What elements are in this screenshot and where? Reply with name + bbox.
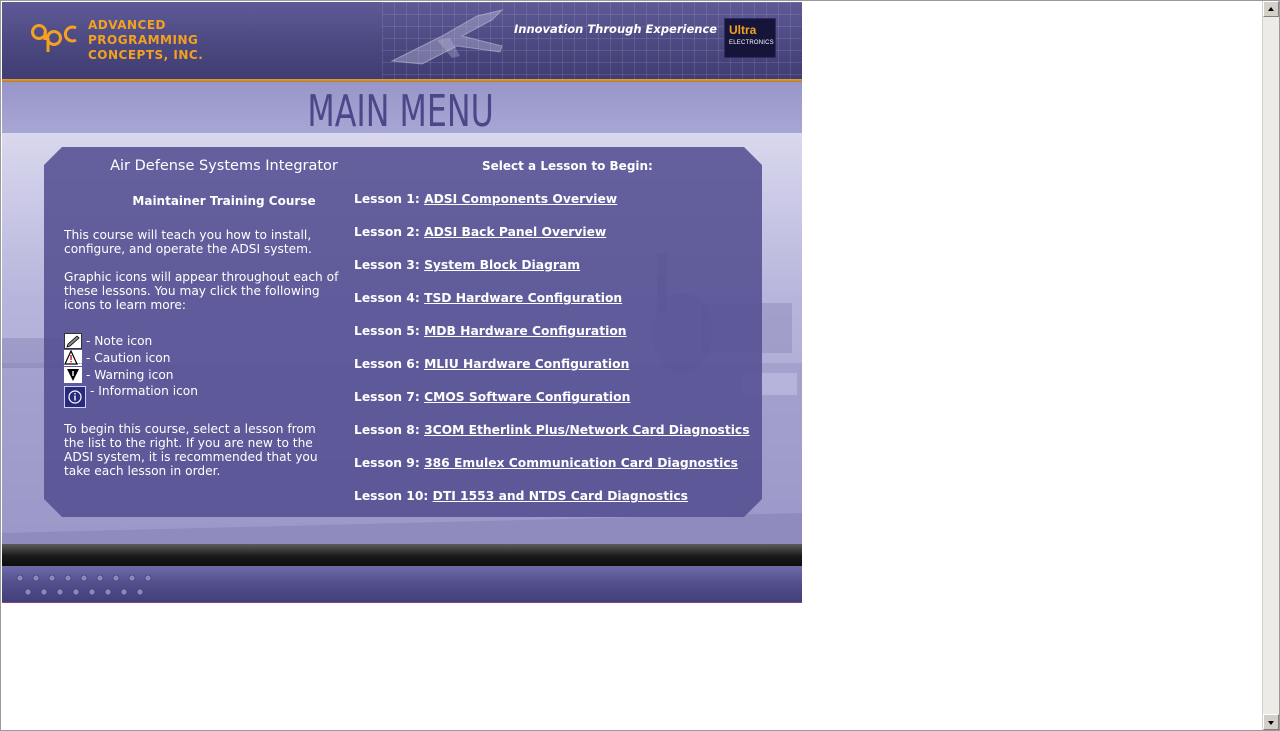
lesson-number: Lesson 2: [354,225,420,239]
information-icon-row[interactable]: - Information icon [64,384,198,408]
information-icon-label: - Information icon [90,384,198,398]
lesson-item: Lesson 5: MDB Hardware Configuration [354,324,627,338]
note-icon-row[interactable]: - Note icon [64,332,152,350]
arrow-up-icon [1268,7,1274,11]
lesson-item: Lesson 7: CMOS Software Configuration [354,390,630,404]
icons-line: these lessons. You may click the followi… [64,284,320,298]
caution-icon[interactable]: ... [64,349,83,366]
begin-line: take each lesson in order. [64,464,221,478]
lesson-item: Lesson 10: DTI 1553 and NTDS Card Diagno… [354,489,688,503]
caution-icon-label: - Caution icon [86,351,171,365]
title-band: MAIN MENU [2,82,802,137]
scroll-up-button[interactable] [1263,1,1279,17]
lesson-item: Lesson 1: ADSI Components Overview [354,192,617,206]
begin-line: the list to the right. If you are new to… [64,436,313,450]
intro-line: configure, and operate the ADSI system. [64,242,312,256]
lesson-item: Lesson 4: TSD Hardware Configuration [354,291,622,305]
company-name-line-1: ADVANCED [88,18,167,32]
lesson-link[interactable]: MLIU Hardware Configuration [424,357,629,371]
lesson-number: Lesson 9: [354,456,420,470]
ultra-electronics-logo: Ultra ELECTRONICS [724,18,776,58]
icons-text: Graphic icons will appear throughout eac… [64,270,356,312]
note-icon[interactable] [64,333,82,349]
caution-icon-row[interactable]: ... - Caution icon [64,349,170,367]
lesson-number: Lesson 7: [354,390,420,404]
intro-text: This course will teach you how to instal… [64,228,356,256]
lesson-number: Lesson 4: [354,291,420,305]
course-main-menu: ADVANCED PROGRAMMING CONCEPTS, INC. Inno… [2,2,802,603]
header-banner: ADVANCED PROGRAMMING CONCEPTS, INC. Inno… [2,2,802,79]
course-subtitle: Maintainer Training Course [132,194,316,208]
lesson-link[interactable]: DTI 1553 and NTDS Card Diagnostics [433,489,688,503]
lesson-item: Lesson 6: MLIU Hardware Configuration [354,357,629,371]
ultra-sub-text: ELECTRONICS [729,40,774,46]
fighter-jet-image [390,9,504,65]
lesson-link[interactable]: MDB Hardware Configuration [424,324,626,338]
begin-text: To begin this course, select a lesson fr… [64,422,356,478]
lesson-item: Lesson 8: 3COM Etherlink Plus/Network Ca… [354,423,750,437]
svg-text:...: ... [77,359,82,366]
icons-line: icons to learn more: [64,298,187,312]
lesson-link[interactable]: ADSI Components Overview [424,192,617,206]
lesson-link[interactable]: TSD Hardware Configuration [424,291,622,305]
scroll-down-button[interactable] [1263,714,1279,730]
lesson-item: Lesson 2: ADSI Back Panel Overview [354,225,606,239]
lessons-heading: Select a Lesson to Begin: [482,159,653,173]
lesson-number: Lesson 1: [354,192,420,206]
lesson-number: Lesson 8: [354,423,420,437]
lesson-number: Lesson 10: [354,489,429,503]
begin-line: To begin this course, select a lesson fr… [64,422,316,436]
intro-line: This course will teach you how to instal… [64,228,312,242]
company-name-line-2: PROGRAMMING [88,33,199,47]
tagline: Innovation Through Experience [514,22,718,36]
lesson-link[interactable]: ADSI Back Panel Overview [424,225,606,239]
lesson-number: Lesson 5: [354,324,420,338]
lesson-link[interactable]: 386 Emulex Communication Card Diagnostic… [424,456,738,470]
lesson-link[interactable]: 3COM Etherlink Plus/Network Card Diagnos… [424,423,749,437]
begin-line: ADSI system, it is recommended that you [64,450,318,464]
company-name: ADVANCED PROGRAMMING CONCEPTS, INC. [88,18,203,63]
lesson-link[interactable]: System Block Diagram [424,258,580,272]
apc-logo-icon [31,24,77,52]
lesson-number: Lesson 3: [354,258,420,272]
icons-line: Graphic icons will appear throughout eac… [64,270,339,284]
information-icon[interactable] [64,386,86,408]
footer-divider [2,544,802,566]
warning-icon-label: - Warning icon [86,368,174,382]
lesson-link[interactable]: CMOS Software Configuration [424,390,630,404]
page-title: MAIN MENU [307,86,494,137]
course-title: Air Defense Systems Integrator [110,158,338,174]
footer-bar [2,566,802,603]
company-name-line-3: CONCEPTS, INC. [88,48,204,62]
lesson-item: Lesson 9: 386 Emulex Communication Card … [354,456,738,470]
warning-icon-row[interactable]: - Warning icon [64,366,174,384]
note-icon-label: - Note icon [86,334,153,348]
arrow-down-icon [1268,721,1274,725]
warning-icon[interactable] [64,367,82,383]
ultra-brand-text: Ultra [729,23,757,37]
lesson-number: Lesson 6: [354,357,420,371]
dots-decoration-icon [16,574,152,596]
lesson-item: Lesson 3: System Block Diagram [354,258,580,272]
vertical-scrollbar[interactable] [1262,1,1279,730]
